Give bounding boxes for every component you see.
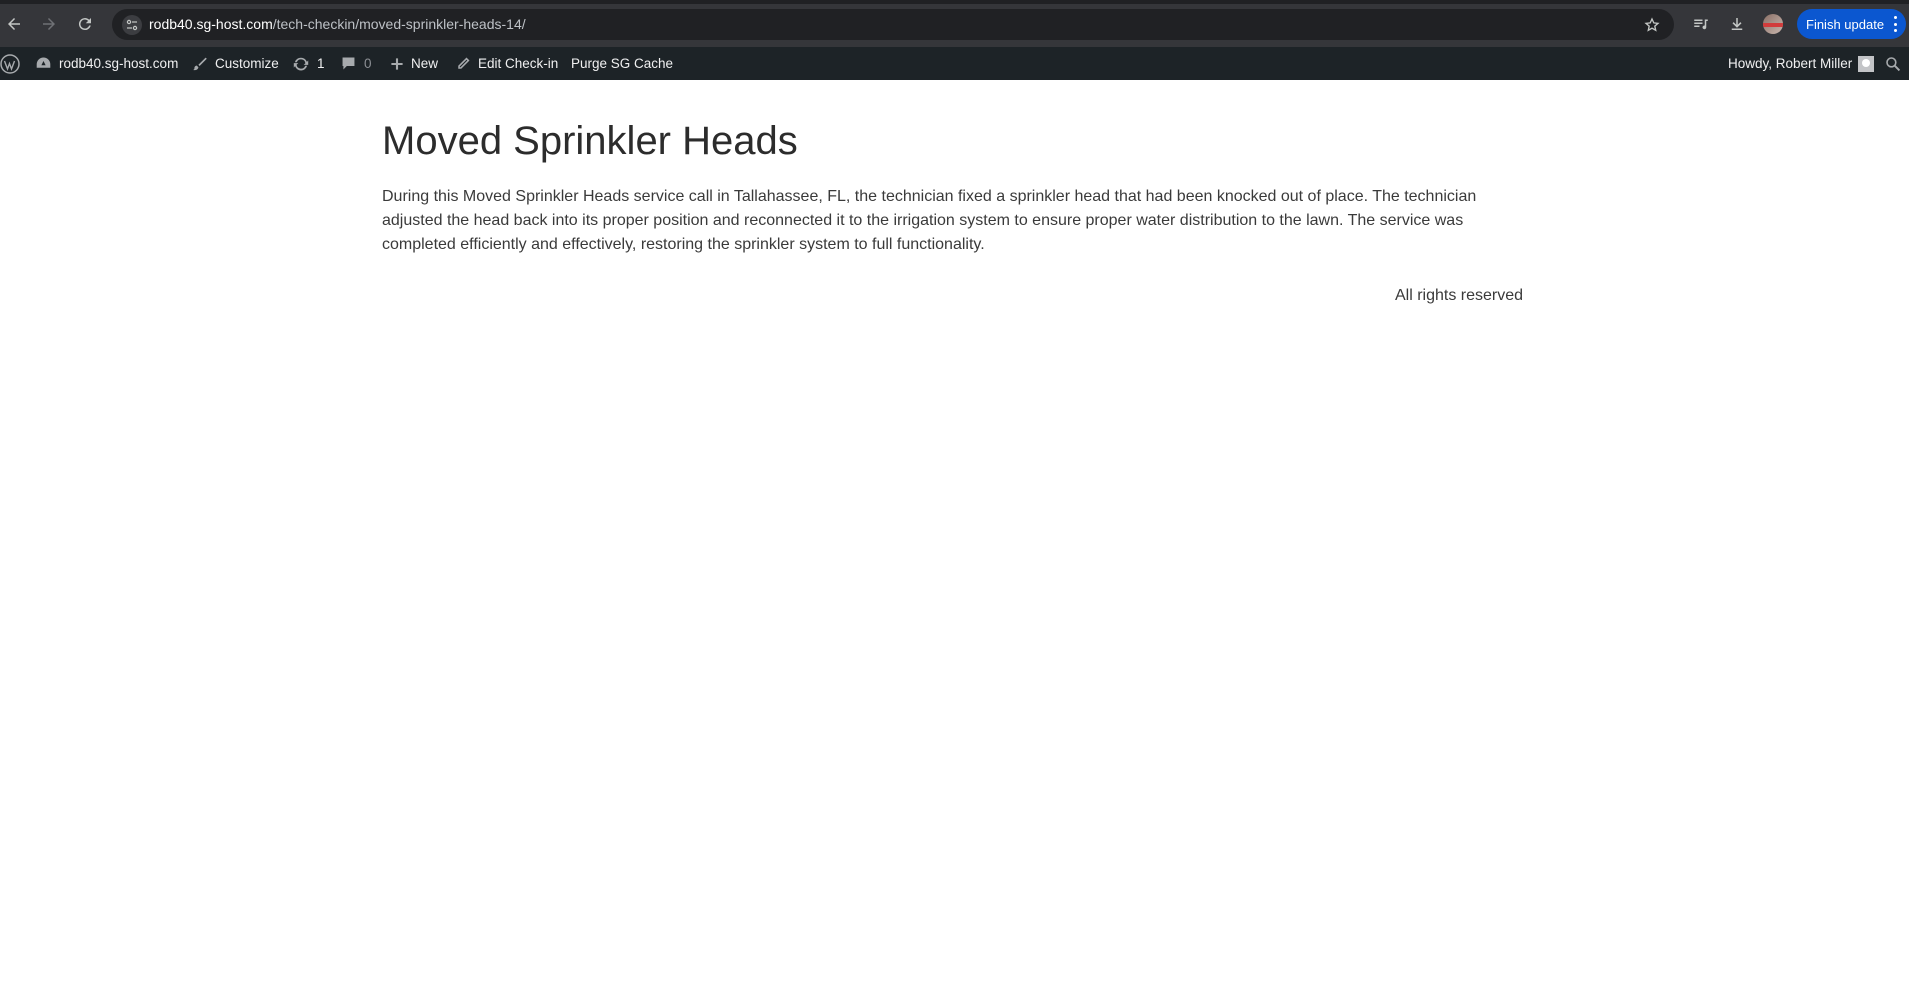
forward-icon[interactable] [37, 12, 61, 36]
updates-link[interactable]: 1 [292, 47, 325, 80]
back-icon[interactable] [2, 12, 26, 36]
howdy-label: Howdy, Robert Miller [1728, 56, 1853, 71]
edit-checkin-label: Edit Check-in [478, 56, 559, 71]
wp-admin-bar: rodb40.sg-host.com Customize 1 0 New Edi… [0, 47, 1909, 80]
updates-count: 1 [317, 56, 325, 71]
customize-link[interactable]: Customize [192, 47, 279, 80]
reload-icon[interactable] [73, 12, 97, 36]
bookmark-star-icon[interactable] [1642, 15, 1662, 35]
comment-icon [342, 57, 355, 70]
tab-strip-edge [0, 0, 1909, 4]
finish-update-button[interactable]: Finish update [1797, 9, 1906, 39]
url-host: rodb40.sg-host.com [149, 16, 273, 32]
url-path: /tech-checkin/moved-sprinkler-heads-14/ [272, 16, 526, 32]
customize-label: Customize [215, 56, 279, 71]
edit-checkin-link[interactable]: Edit Check-in [456, 47, 558, 80]
search-icon[interactable] [1885, 47, 1908, 80]
page-title: Moved Sprinkler Heads [382, 119, 798, 163]
profile-avatar-icon[interactable] [1763, 14, 1783, 34]
plus-icon [391, 57, 403, 70]
wordpress-logo-icon[interactable] [0, 47, 27, 80]
url-text[interactable]: rodb40.sg-host.com/tech-checkin/moved-sp… [149, 16, 526, 32]
footer-copyright: All rights reserved [1395, 287, 1524, 304]
brush-icon [193, 57, 207, 70]
site-info-icon[interactable] [122, 15, 142, 35]
media-control-icon[interactable] [1689, 12, 1713, 36]
user-avatar-icon [1858, 55, 1875, 72]
purge-cache-label: Purge SG Cache [571, 56, 674, 71]
finish-update-label: Finish update [1806, 16, 1885, 32]
site-name-label: rodb40.sg-host.com [59, 56, 179, 71]
new-content-menu[interactable]: New [390, 47, 438, 80]
pencil-icon [458, 57, 470, 69]
browser-toolbar: rodb40.sg-host.com/tech-checkin/moved-sp… [0, 0, 1909, 47]
comments-link[interactable]: 0 [340, 47, 372, 80]
site-name-menu[interactable]: rodb40.sg-host.com [35, 47, 178, 80]
comments-count: 0 [364, 56, 372, 71]
dashboard-icon [36, 57, 51, 68]
updates-icon [293, 57, 309, 70]
download-icon[interactable] [1725, 12, 1749, 36]
new-label: New [411, 56, 439, 71]
post-body: During this Moved Sprinkler Heads servic… [382, 188, 1477, 253]
purge-cache-link[interactable]: Purge SG Cache [571, 47, 673, 80]
address-bar[interactable]: rodb40.sg-host.com/tech-checkin/moved-sp… [112, 9, 1674, 40]
more-menu-icon[interactable] [1894, 16, 1898, 32]
my-account-menu[interactable]: Howdy, Robert Miller [1728, 47, 1875, 80]
